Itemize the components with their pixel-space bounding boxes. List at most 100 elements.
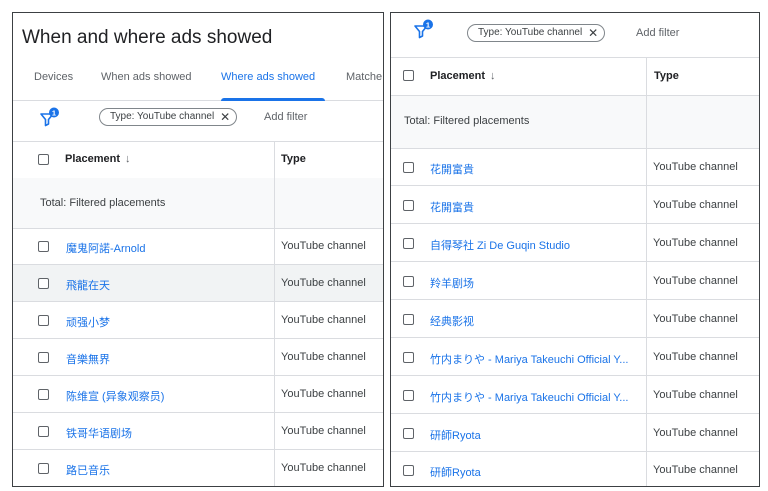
filter-funnel-icon[interactable]: 1 (413, 19, 435, 41)
add-filter-button[interactable]: Add filter (636, 27, 679, 39)
column-divider (274, 141, 275, 486)
row-checkbox[interactable] (403, 200, 414, 211)
placement-type: YouTube channel (281, 351, 366, 363)
column-header-type[interactable]: Type (281, 153, 306, 165)
placement-type: YouTube channel (281, 462, 366, 474)
table-row[interactable]: 研師Ryota YouTube channel (391, 414, 759, 452)
add-filter-button[interactable]: Add filter (264, 111, 307, 123)
table-row[interactable]: 羚羊剧场 YouTube channel (391, 262, 759, 300)
placement-link[interactable]: 路已音乐 (66, 462, 110, 478)
left-report-panel: When and where ads showed Devices When a… (12, 12, 384, 487)
placement-type: YouTube channel (653, 427, 738, 439)
header-divider-top (13, 141, 383, 142)
table-row[interactable]: 飛龍在天 YouTube channel (13, 265, 383, 302)
row-checkbox[interactable] (403, 352, 414, 363)
table-row[interactable]: 竹内まりや - Mariya Takeuchi Official Y... Yo… (391, 338, 759, 376)
row-checkbox[interactable] (403, 162, 414, 173)
filter-chip[interactable]: Type: YouTube channel ✕ (99, 108, 238, 126)
row-checkbox[interactable] (38, 463, 49, 474)
close-icon[interactable]: ✕ (588, 26, 598, 40)
filter-chip[interactable]: Type: YouTube channel ✕ (467, 24, 606, 42)
placement-link[interactable]: 竹内まりや - Mariya Takeuchi Official Y... (430, 351, 628, 367)
placement-type: YouTube channel (653, 199, 738, 211)
page-title: When and where ads showed (22, 27, 273, 48)
row-checkbox[interactable] (403, 428, 414, 439)
table-row[interactable]: 研師Ryota YouTube channel (391, 452, 759, 486)
table-row[interactable]: 铁哥华语剧场 YouTube channel (13, 413, 383, 450)
row-checkbox[interactable] (403, 390, 414, 401)
placement-type: YouTube channel (653, 464, 738, 476)
placement-link[interactable]: 音樂無界 (66, 351, 110, 367)
close-icon[interactable]: ✕ (220, 110, 230, 124)
filter-funnel-icon[interactable]: 1 (39, 107, 61, 129)
row-checkbox[interactable] (403, 238, 414, 249)
select-all-checkbox[interactable] (38, 154, 49, 165)
arrow-down-icon[interactable]: ↓ (490, 70, 496, 82)
placement-link[interactable]: 羚羊剧场 (430, 275, 474, 291)
placement-type: YouTube channel (653, 161, 738, 173)
row-checkbox[interactable] (38, 389, 49, 400)
placement-link[interactable]: 经典影视 (430, 313, 474, 329)
total-label: Total: Filtered placements (404, 115, 530, 127)
placement-type: YouTube channel (281, 277, 366, 289)
placement-type: YouTube channel (281, 314, 366, 326)
filter-badge-count: 1 (52, 108, 56, 117)
placement-type: YouTube channel (653, 389, 738, 401)
placement-type: YouTube channel (653, 237, 738, 249)
placement-type: YouTube channel (281, 425, 366, 437)
row-checkbox[interactable] (38, 315, 49, 326)
table-row[interactable]: 路已音乐 YouTube channel (13, 450, 383, 486)
tab-matched[interactable]: Matche (346, 71, 382, 83)
header-divider-top (391, 57, 759, 58)
row-checkbox[interactable] (38, 426, 49, 437)
placement-link[interactable]: 研師Ryota (430, 427, 481, 443)
row-checkbox[interactable] (403, 276, 414, 287)
column-header-type[interactable]: Type (654, 70, 679, 82)
row-checkbox[interactable] (38, 352, 49, 363)
placement-type: YouTube channel (281, 240, 366, 252)
table-row[interactable]: 花開富貴 YouTube channel (391, 148, 759, 186)
row-checkbox[interactable] (403, 465, 414, 476)
column-divider (646, 57, 647, 486)
total-label: Total: Filtered placements (40, 197, 166, 209)
table-row[interactable]: 音樂無界 YouTube channel (13, 339, 383, 376)
placement-type: YouTube channel (281, 388, 366, 400)
column-header-placement-label: Placement (430, 70, 486, 82)
table-row[interactable]: 自得琴社 Zi De Guqin Studio YouTube channel (391, 224, 759, 262)
placement-link[interactable]: 花開富貴 (430, 199, 474, 215)
table-row[interactable]: 经典影视 YouTube channel (391, 300, 759, 338)
arrow-down-icon[interactable]: ↓ (125, 153, 131, 165)
placement-link[interactable]: 陈维宣 (异象观察员) (66, 388, 164, 404)
placement-link[interactable]: 铁哥华语剧场 (66, 425, 132, 441)
column-header-placement[interactable]: Placement ↓ (430, 70, 496, 82)
tab-where-ads-showed[interactable]: Where ads showed (221, 71, 315, 83)
column-header-placement[interactable]: Placement ↓ (65, 153, 131, 165)
row-checkbox[interactable] (38, 241, 49, 252)
filter-bar: 1 Type: YouTube channel ✕ Add filter (391, 13, 759, 57)
table-row[interactable]: 竹内まりや - Mariya Takeuchi Official Y... Yo… (391, 376, 759, 414)
placement-link[interactable]: 花開富貴 (430, 161, 474, 177)
placement-link[interactable]: 竹内まりや - Mariya Takeuchi Official Y... (430, 389, 628, 405)
placement-link[interactable]: 飛龍在天 (66, 277, 110, 293)
filter-chip-label: Type: YouTube channel (478, 27, 583, 38)
table-row[interactable]: 魔鬼阿諾-Arnold YouTube channel (13, 228, 383, 265)
placement-link[interactable]: 研師Ryota (430, 464, 481, 480)
table-row[interactable]: 顽强小梦 YouTube channel (13, 302, 383, 339)
placement-link[interactable]: 自得琴社 Zi De Guqin Studio (430, 237, 570, 253)
right-report-panel: 1 Type: YouTube channel ✕ Add filter Pla… (390, 12, 760, 487)
select-all-checkbox[interactable] (403, 70, 414, 81)
placement-type: YouTube channel (653, 275, 738, 287)
placement-link[interactable]: 魔鬼阿諾-Arnold (66, 240, 145, 256)
filter-chip-label: Type: YouTube channel (110, 111, 215, 122)
row-checkbox[interactable] (38, 278, 49, 289)
placement-type: YouTube channel (653, 351, 738, 363)
tab-when-ads-showed[interactable]: When ads showed (101, 71, 192, 83)
filter-bar: 1 Type: YouTube channel ✕ Add filter (13, 95, 383, 139)
filter-badge-count: 1 (426, 20, 430, 29)
placement-link[interactable]: 顽强小梦 (66, 314, 110, 330)
table-row[interactable]: 陈维宣 (异象观察员) YouTube channel (13, 376, 383, 413)
placement-type: YouTube channel (653, 313, 738, 325)
table-row[interactable]: 花開富貴 YouTube channel (391, 186, 759, 224)
row-checkbox[interactable] (403, 314, 414, 325)
tab-devices[interactable]: Devices (34, 71, 73, 83)
